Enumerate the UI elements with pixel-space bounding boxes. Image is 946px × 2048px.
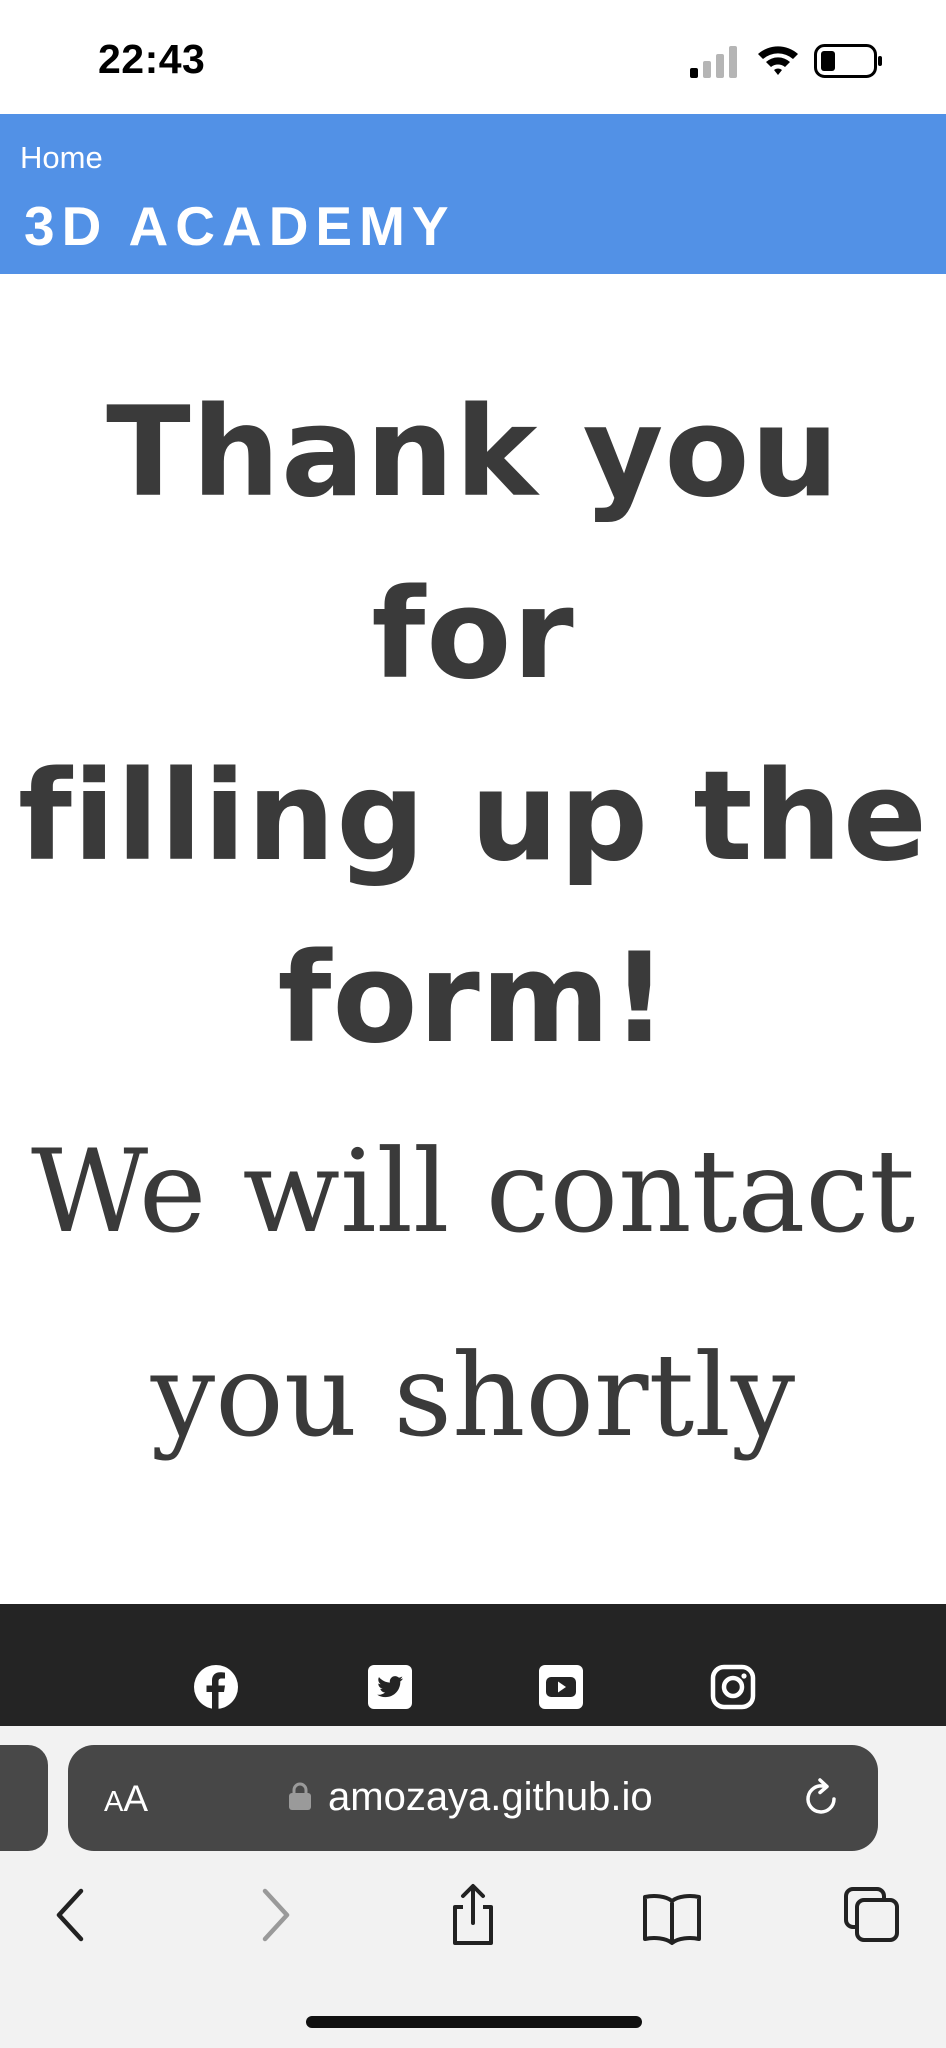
message-line: We will contact: [30, 1125, 916, 1258]
aa-small-label: A: [104, 1786, 124, 1818]
lock-icon: [289, 1782, 311, 1810]
heading-line: Thank you for: [106, 381, 840, 707]
heading-line: filling up the: [17, 745, 929, 889]
heading-line: form!: [277, 927, 669, 1071]
forward-icon[interactable]: [243, 1883, 307, 1947]
browser-chrome: AA amozaya.github.io: [0, 1726, 946, 2048]
screen: 22:43 Home 3D ACADEMY Thank you for fill…: [0, 0, 946, 2048]
reload-icon[interactable]: [800, 1775, 844, 1821]
aa-large-label: A: [123, 1778, 149, 1819]
back-icon[interactable]: [39, 1883, 103, 1947]
bookmarks-icon[interactable]: [640, 1883, 704, 1947]
wifi-icon: [758, 46, 798, 75]
site-footer: [0, 1604, 946, 1726]
contact-message: We will contact you shortly: [0, 1090, 946, 1498]
brand-title[interactable]: 3D ACADEMY: [24, 194, 456, 258]
status-bar: 22:43: [0, 0, 946, 114]
home-indicator: [306, 2016, 642, 2028]
instagram-icon[interactable]: [710, 1664, 756, 1710]
cellular-signal-icon: [690, 46, 737, 78]
status-time: 22:43: [98, 36, 206, 82]
share-icon[interactable]: [441, 1883, 505, 1947]
message-line: you shortly: [150, 1329, 796, 1462]
tabs-icon[interactable]: [840, 1883, 904, 1947]
twitter-icon[interactable]: [367, 1664, 413, 1710]
battery-icon: [814, 44, 882, 78]
previous-tab-preview[interactable]: [0, 1745, 48, 1851]
reader-settings-button[interactable]: AA: [104, 1778, 148, 1820]
url-text[interactable]: amozaya.github.io: [328, 1775, 653, 1820]
site-header: Home 3D ACADEMY: [0, 114, 946, 274]
home-link[interactable]: Home: [20, 140, 103, 176]
facebook-icon[interactable]: [193, 1664, 239, 1710]
youtube-icon[interactable]: [538, 1664, 584, 1710]
thank-you-heading: Thank you for filling up the form!: [0, 362, 946, 1090]
address-bar[interactable]: AA amozaya.github.io: [68, 1745, 878, 1851]
